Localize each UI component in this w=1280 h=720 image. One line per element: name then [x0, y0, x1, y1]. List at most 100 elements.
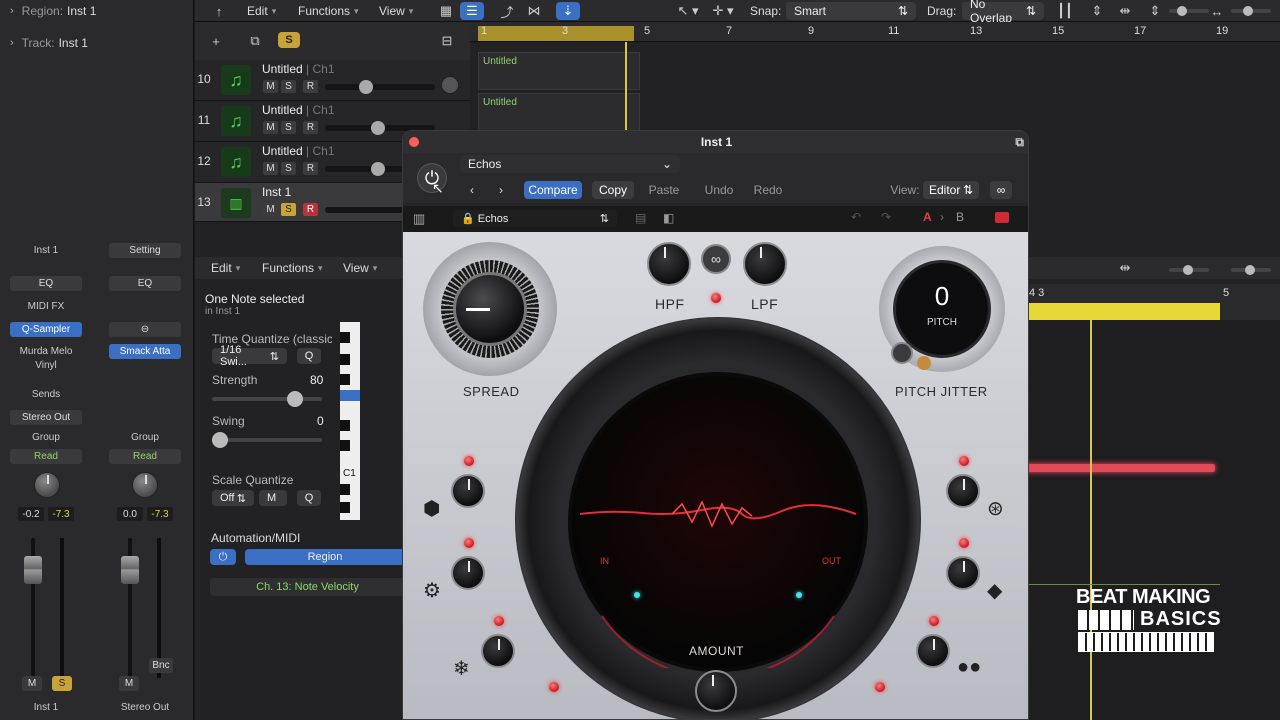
swing-thumb[interactable]	[212, 432, 228, 448]
drag-select[interactable]: No Overlap ⇅	[962, 0, 1044, 25]
undo-icon[interactable]: ↶	[851, 210, 861, 224]
spread-knob[interactable]	[453, 272, 527, 346]
waveform-zoom-icon[interactable]: ┃┃	[1053, 2, 1077, 20]
piano-black-key[interactable]	[340, 332, 350, 343]
horizontal-zoom-slider[interactable]	[1231, 6, 1271, 16]
mute-button[interactable]: M	[263, 80, 278, 93]
link-icon[interactable]: ∞	[990, 181, 1012, 199]
link-icon[interactable]: ⊖	[109, 322, 181, 337]
bounce-button[interactable]: Bnc	[149, 658, 173, 673]
track-row[interactable]: 10 ♫ Untitled | Ch1 M S R	[195, 60, 470, 101]
vertical-zoom-icon[interactable]: ⇕	[1085, 2, 1109, 20]
duplicate-track-icon[interactable]: ⧉	[243, 32, 267, 50]
up-arrow-icon[interactable]: ↑	[207, 2, 231, 20]
view-select[interactable]: Editor ⇅	[923, 181, 979, 199]
mute-button[interactable]: M	[263, 162, 278, 175]
editor-edit-menu[interactable]: Edit ▾	[211, 260, 240, 276]
horizontal-fit-icon[interactable]: ⇹	[1113, 259, 1137, 277]
track-name[interactable]: Untitled | Ch1	[262, 144, 335, 158]
pan-knob[interactable]	[132, 472, 158, 498]
add-track-icon[interactable]: +	[204, 32, 228, 50]
track-name[interactable]: Inst 1	[262, 185, 291, 199]
playhead[interactable]	[1090, 320, 1092, 720]
strength-slider[interactable]	[212, 391, 322, 407]
slider-thumb[interactable]	[1245, 265, 1255, 275]
solo-button[interactable]: S	[281, 80, 296, 93]
slider-thumb[interactable]	[1183, 265, 1193, 275]
playhead[interactable]	[625, 42, 627, 130]
edit-menu[interactable]: Edit ▾	[247, 3, 276, 19]
region-inspector-header[interactable]: › Region: Inst 1	[0, 0, 194, 22]
solo-button[interactable]: S	[52, 676, 72, 691]
global-solo-icon[interactable]: S	[278, 32, 300, 48]
region-header-bar[interactable]	[1025, 303, 1220, 320]
piano-key-selected[interactable]	[340, 390, 360, 401]
strength-thumb[interactable]	[287, 391, 304, 407]
solo-button[interactable]: S	[281, 121, 296, 134]
record-button[interactable]: R	[303, 80, 318, 93]
ab-a-button[interactable]: A	[923, 210, 932, 224]
slider-thumb[interactable]	[1177, 6, 1187, 16]
functions-menu[interactable]: Functions ▾	[298, 3, 359, 19]
track-name[interactable]: Untitled | Ch1	[262, 103, 335, 117]
pointer-tool-icon[interactable]: ↖ ▾	[668, 2, 708, 20]
preset-select[interactable]: Echos ⌄	[460, 155, 680, 173]
midi-fx-slot[interactable]: MIDI FX	[10, 299, 82, 314]
collapse-icon[interactable]: ⊟	[435, 32, 459, 50]
midi-region[interactable]: Untitled	[478, 93, 640, 131]
lpf-knob[interactable]	[743, 242, 787, 286]
slider-thumb[interactable]	[371, 121, 385, 135]
track-inspector-header[interactable]: › Track: Inst 1	[0, 32, 194, 54]
strip-preset-select[interactable]: 🔒 Echos ⇅	[453, 210, 617, 227]
piano-roll-grid[interactable]: 4 3 5	[1025, 284, 1280, 720]
slider-thumb[interactable]	[1243, 6, 1253, 16]
bar-ruler[interactable]: 1 3 5 7 9 11 13 15 17 19	[470, 22, 1280, 42]
midi-note[interactable]	[1025, 464, 1215, 472]
view-menu[interactable]: View ▾	[379, 3, 413, 19]
hpf-knob[interactable]	[647, 242, 691, 286]
time-quantize-select[interactable]: 1/16 Swi... ⇅	[212, 344, 287, 368]
undo-button[interactable]: Undo	[699, 181, 739, 199]
audio-fx-slot-2[interactable]: Vinyl	[10, 358, 82, 373]
sends-slot[interactable]: Sends	[10, 387, 82, 402]
region-button[interactable]: Region	[245, 549, 405, 565]
left-knob-1[interactable]	[451, 474, 485, 508]
quantize-button[interactable]: Q	[297, 348, 321, 364]
amount-knob[interactable]	[695, 670, 737, 712]
automation-icon[interactable]: ⤴	[495, 2, 519, 20]
swing-slider[interactable]	[212, 432, 322, 448]
scale-quantize-off[interactable]: Off ⇅	[212, 490, 254, 506]
piano-keyboard[interactable]: C1	[340, 322, 360, 520]
group-slot[interactable]: Group	[10, 430, 82, 445]
instrument-slot[interactable]: Q-Sampler	[10, 322, 82, 337]
right-knob-1[interactable]	[946, 474, 980, 508]
solo-button[interactable]: S	[281, 162, 296, 175]
volume-fader-handle[interactable]	[121, 556, 139, 584]
flex-icon[interactable]: ⋈	[522, 2, 546, 20]
left-knob-2[interactable]	[451, 556, 485, 590]
compare-button[interactable]: Compare	[524, 181, 582, 199]
group-slot[interactable]: Group	[109, 430, 181, 445]
eq-button[interactable]: EQ	[109, 276, 181, 291]
grid-view-icon[interactable]: ▦	[434, 2, 458, 20]
audio-fx-slot-1[interactable]: Murda Melo	[10, 344, 82, 359]
filter-link-icon[interactable]: ∞	[701, 244, 731, 274]
cycle-region[interactable]	[478, 26, 634, 41]
next-preset-icon[interactable]: ›	[492, 181, 510, 199]
list-view-icon[interactable]: ☰	[460, 2, 484, 20]
plugin-icon[interactable]: ▥	[413, 211, 425, 227]
jitter-knob[interactable]	[891, 342, 913, 364]
piano-black-key[interactable]	[340, 484, 350, 495]
track-name[interactable]: Untitled | Ch1	[262, 62, 335, 76]
horizontal-fit-icon[interactable]: ⇹	[1113, 2, 1137, 20]
pan-knob[interactable]	[441, 76, 459, 94]
catch-icon[interactable]: ⇣	[556, 2, 580, 20]
scale-quantize-button[interactable]: Q	[297, 490, 321, 506]
piano-black-key[interactable]	[340, 502, 350, 513]
power-icon[interactable]: ⏻	[210, 549, 236, 565]
piano-black-key[interactable]	[340, 374, 350, 385]
expand-window-icon[interactable]: ⧉	[1015, 135, 1024, 150]
record-button[interactable]: R	[303, 121, 318, 134]
save-icon[interactable]: ▤	[635, 211, 646, 225]
volume-fader-handle[interactable]	[24, 556, 42, 584]
